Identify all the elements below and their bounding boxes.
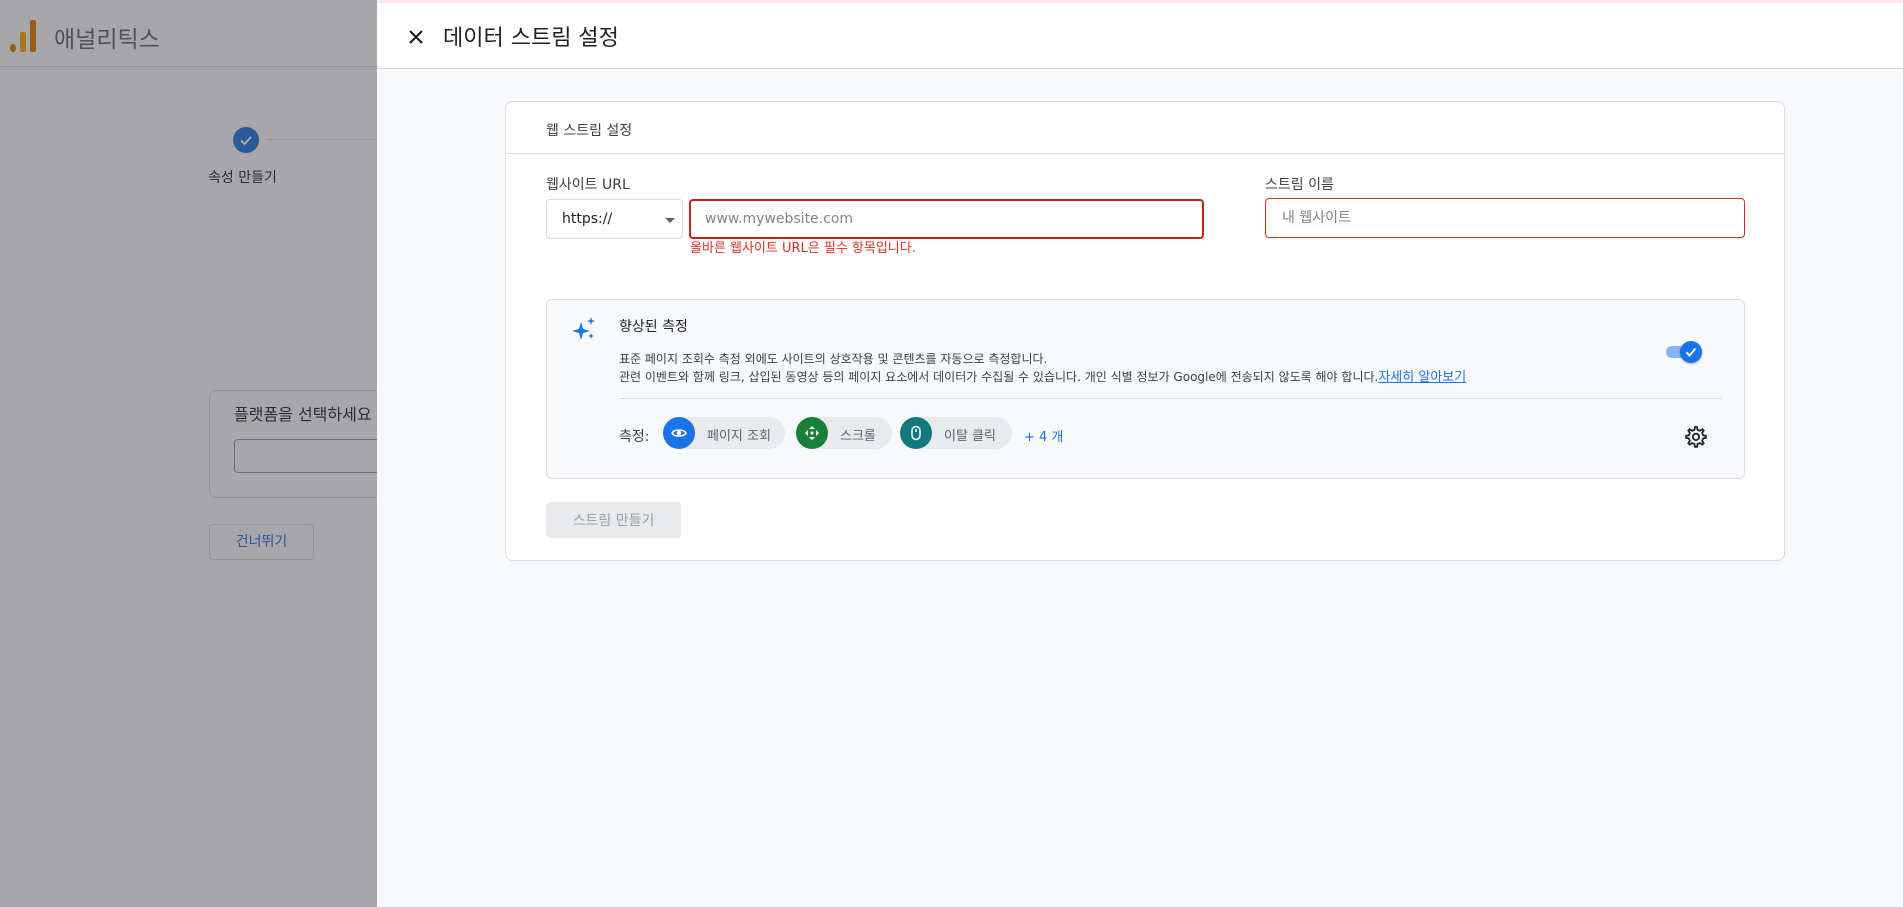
website-url-input[interactable]: [689, 199, 1204, 239]
protocol-value: https://: [562, 211, 613, 227]
description-line-2: 관련 이벤트와 함께 링크, 삽입된 동영상 등의 페이지 요소에서 데이터가 …: [619, 368, 1639, 387]
toggle-knob: [1680, 341, 1702, 363]
panel-title: 데이터 스트림 설정: [443, 26, 619, 51]
chip-label: 이탈 클릭: [944, 429, 996, 444]
mouse-icon: [900, 417, 932, 449]
create-stream-button[interactable]: 스트림 만들기: [546, 502, 681, 538]
enhanced-measurement-title: 향상된 측정: [619, 319, 688, 335]
divider: [619, 398, 1722, 399]
web-stream-card: 웹 스트림 설정 웹사이트 URL https:// 올바른 웹사이트 URL은…: [505, 101, 1785, 561]
chip-label: 스크롤: [840, 429, 876, 444]
measure-label: 측정:: [619, 429, 650, 445]
stream-setup-panel: 데이터 스트림 설정 웹 스트림 설정 웹사이트 URL https:// 올바…: [377, 3, 1903, 907]
card-header: 웹 스트림 설정: [506, 102, 1784, 154]
more-measurements-link[interactable]: + 4 개: [1024, 426, 1063, 445]
scroll-icon: [796, 417, 828, 449]
close-icon[interactable]: [404, 25, 428, 49]
card-title: 웹 스트림 설정: [546, 123, 633, 139]
chip-label: 페이지 조회: [707, 429, 771, 444]
protocol-select[interactable]: https://: [546, 199, 683, 239]
url-error-message: 올바른 웹사이트 URL은 필수 항목입니다.: [690, 241, 916, 256]
chip-outbound-clicks: 이탈 클릭: [900, 417, 1012, 449]
enhanced-measurement-description: 표준 페이지 조회수 측정 외에도 사이트의 상호작용 및 콘텐츠를 자동으로 …: [619, 350, 1639, 387]
panel-header: 데이터 스트림 설정: [377, 3, 1903, 69]
chip-scroll: 스크롤: [796, 417, 892, 449]
enhanced-measurement-box: 향상된 측정 표준 페이지 조회수 측정 외에도 사이트의 상호작용 및 콘텐츠…: [546, 299, 1745, 479]
description-line-1: 표준 페이지 조회수 측정 외에도 사이트의 상호작용 및 콘텐츠를 자동으로 …: [619, 352, 1048, 366]
stream-name-label: 스트림 이름: [1265, 177, 1334, 193]
learn-more-link[interactable]: 자세히 알아보기: [1378, 370, 1466, 385]
description-line-2-text: 관련 이벤트와 함께 링크, 삽입된 동영상 등의 페이지 요소에서 데이터가 …: [619, 370, 1379, 384]
website-url-label: 웹사이트 URL: [546, 177, 630, 193]
chevron-down-icon: [665, 218, 675, 223]
sparkle-icon: [571, 316, 597, 346]
gear-icon[interactable]: [1684, 425, 1708, 449]
chip-page-views: 페이지 조회: [663, 417, 785, 449]
eye-icon: [663, 417, 695, 449]
enhanced-measurement-toggle[interactable]: [1666, 341, 1702, 363]
stream-name-input[interactable]: [1265, 198, 1745, 238]
